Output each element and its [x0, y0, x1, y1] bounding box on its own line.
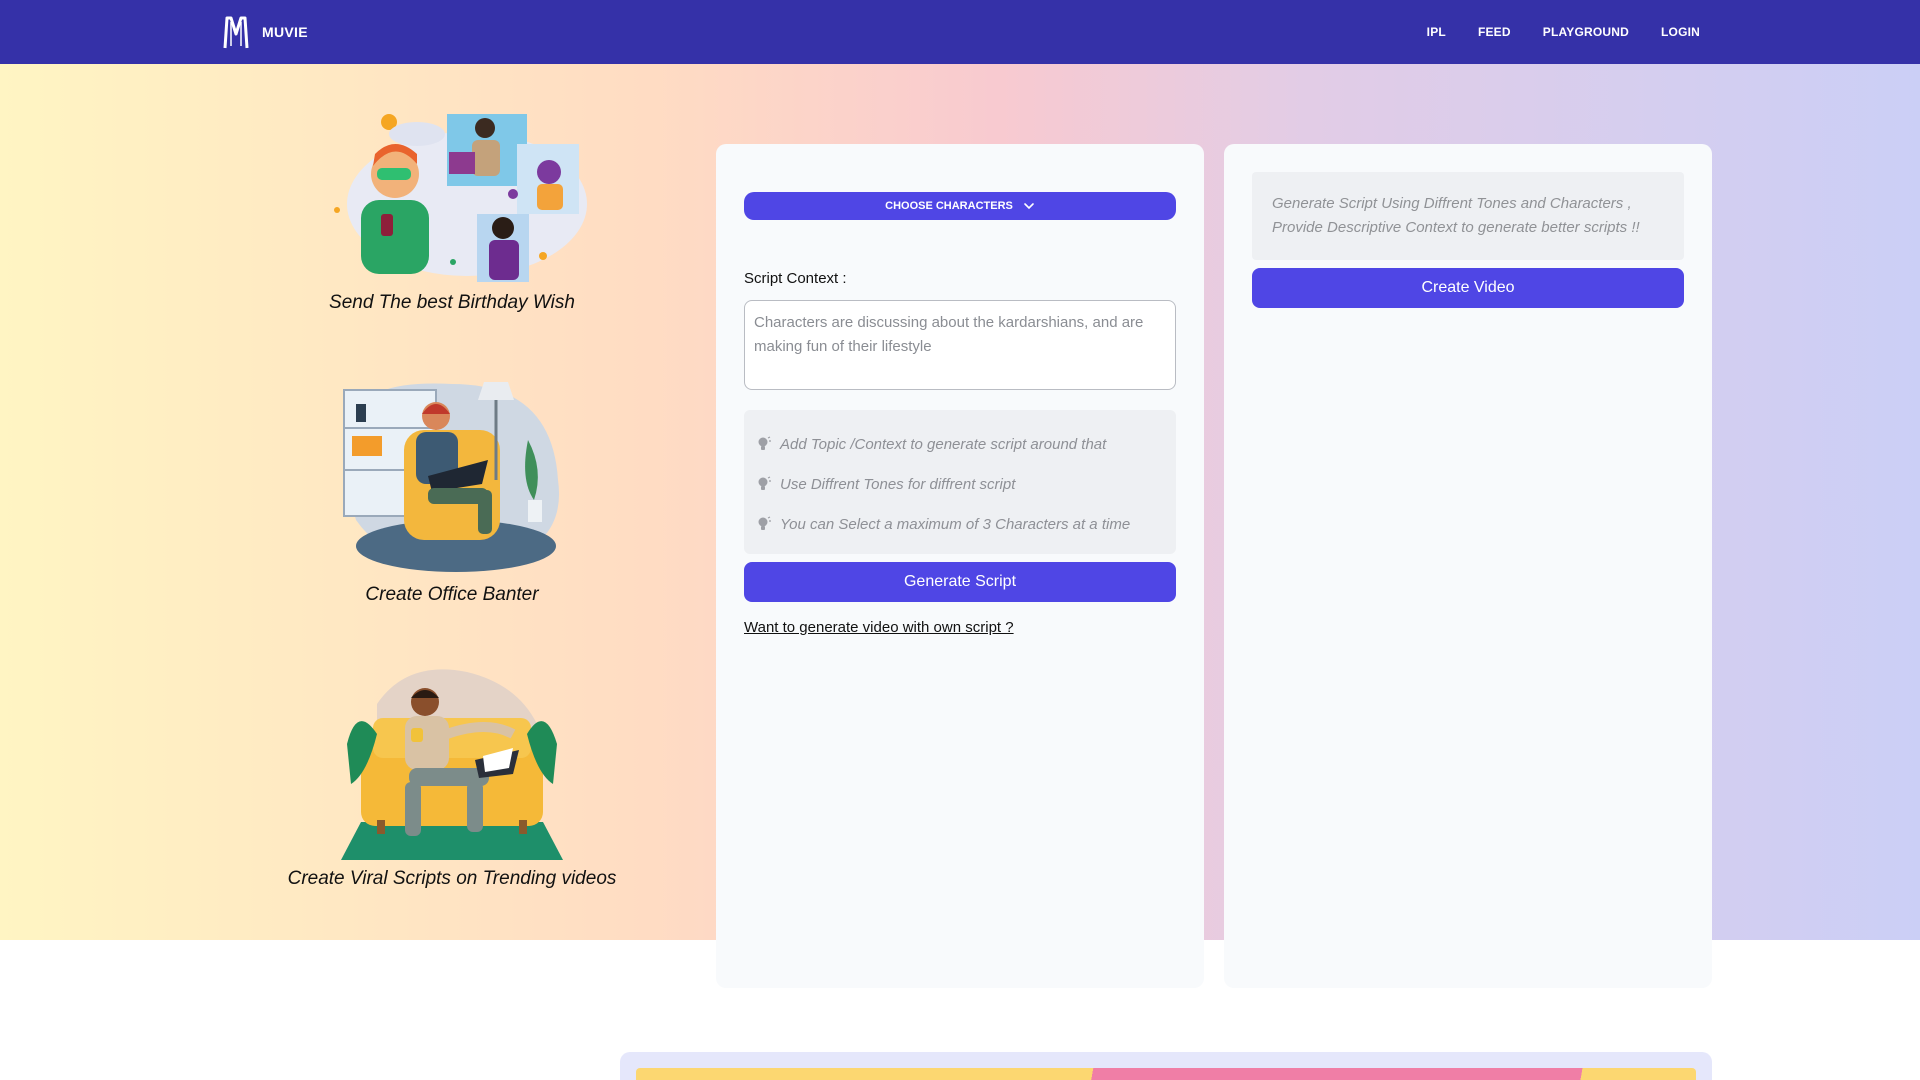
tip-text: Add Topic /Context to generate script ar… — [780, 435, 1107, 453]
viral-scripts-illustration — [341, 669, 563, 860]
nav-link-feed[interactable]: FEED — [1478, 25, 1511, 39]
hero-section: Send The best Birthday Wish Create Offic… — [0, 64, 1920, 988]
nav-link-login[interactable]: LOGIN — [1661, 25, 1700, 39]
nav-link-playground[interactable]: PLAYGROUND — [1543, 25, 1629, 39]
birthday-illustration — [334, 114, 587, 282]
tip-text: You can Select a maximum of 3 Characters… — [780, 515, 1131, 533]
tip-text: Use Diffrent Tones for diffrent script — [780, 475, 1016, 493]
own-script-link[interactable]: Want to generate video with own script ? — [744, 619, 1014, 636]
lightbulb-icon — [758, 436, 771, 450]
top-navbar: MUVIE IPL FEED PLAYGROUND LOGIN — [0, 0, 1920, 64]
script-generator-card: CHOOSE CHARACTERS Script Context : Add T… — [716, 144, 1204, 988]
brand-logo[interactable]: MUVIE — [222, 14, 308, 50]
chevron-down-icon — [1024, 203, 1034, 210]
video-generator-card: Generate Script Using Diffrent Tones and… — [1224, 144, 1712, 988]
generate-script-button[interactable]: Generate Script — [744, 562, 1176, 602]
office-banter-illustration — [343, 382, 560, 572]
lower-section-card — [620, 1052, 1712, 1080]
feature-caption: Create Office Banter — [365, 584, 539, 605]
muvie-logo-icon — [223, 16, 249, 49]
create-video-button[interactable]: Create Video — [1252, 268, 1684, 308]
nav-link-ipl[interactable]: IPL — [1427, 25, 1446, 39]
script-context-input[interactable] — [744, 300, 1176, 390]
feature-birthday: Send The best Birthday Wish — [260, 104, 644, 314]
brand-name: MUVIE — [262, 24, 308, 40]
tip-item: Add Topic /Context to generate script ar… — [756, 424, 1164, 464]
tip-item: You can Select a maximum of 3 Characters… — [756, 504, 1164, 544]
feature-caption: Send The best Birthday Wish — [329, 292, 575, 313]
choose-characters-label: CHOOSE CHARACTERS — [885, 200, 1013, 212]
lightbulb-icon — [758, 476, 771, 490]
script-context-label: Script Context : — [744, 270, 847, 287]
feature-caption: Create Viral Scripts on Trending videos — [287, 868, 617, 889]
tips-box: Add Topic /Context to generate script ar… — [744, 410, 1176, 554]
nav-links: IPL FEED PLAYGROUND LOGIN — [1427, 0, 1700, 64]
choose-characters-button[interactable]: CHOOSE CHARACTERS — [744, 192, 1176, 220]
script-output-box: Generate Script Using Diffrent Tones and… — [1252, 172, 1684, 260]
lightbulb-icon — [758, 516, 771, 530]
lower-banner — [636, 1068, 1696, 1080]
feature-office-banter: Create Office Banter — [260, 380, 644, 606]
tip-item: Use Diffrent Tones for diffrent script — [756, 464, 1164, 504]
feature-viral-scripts: Create Viral Scripts on Trending videos — [260, 664, 644, 890]
